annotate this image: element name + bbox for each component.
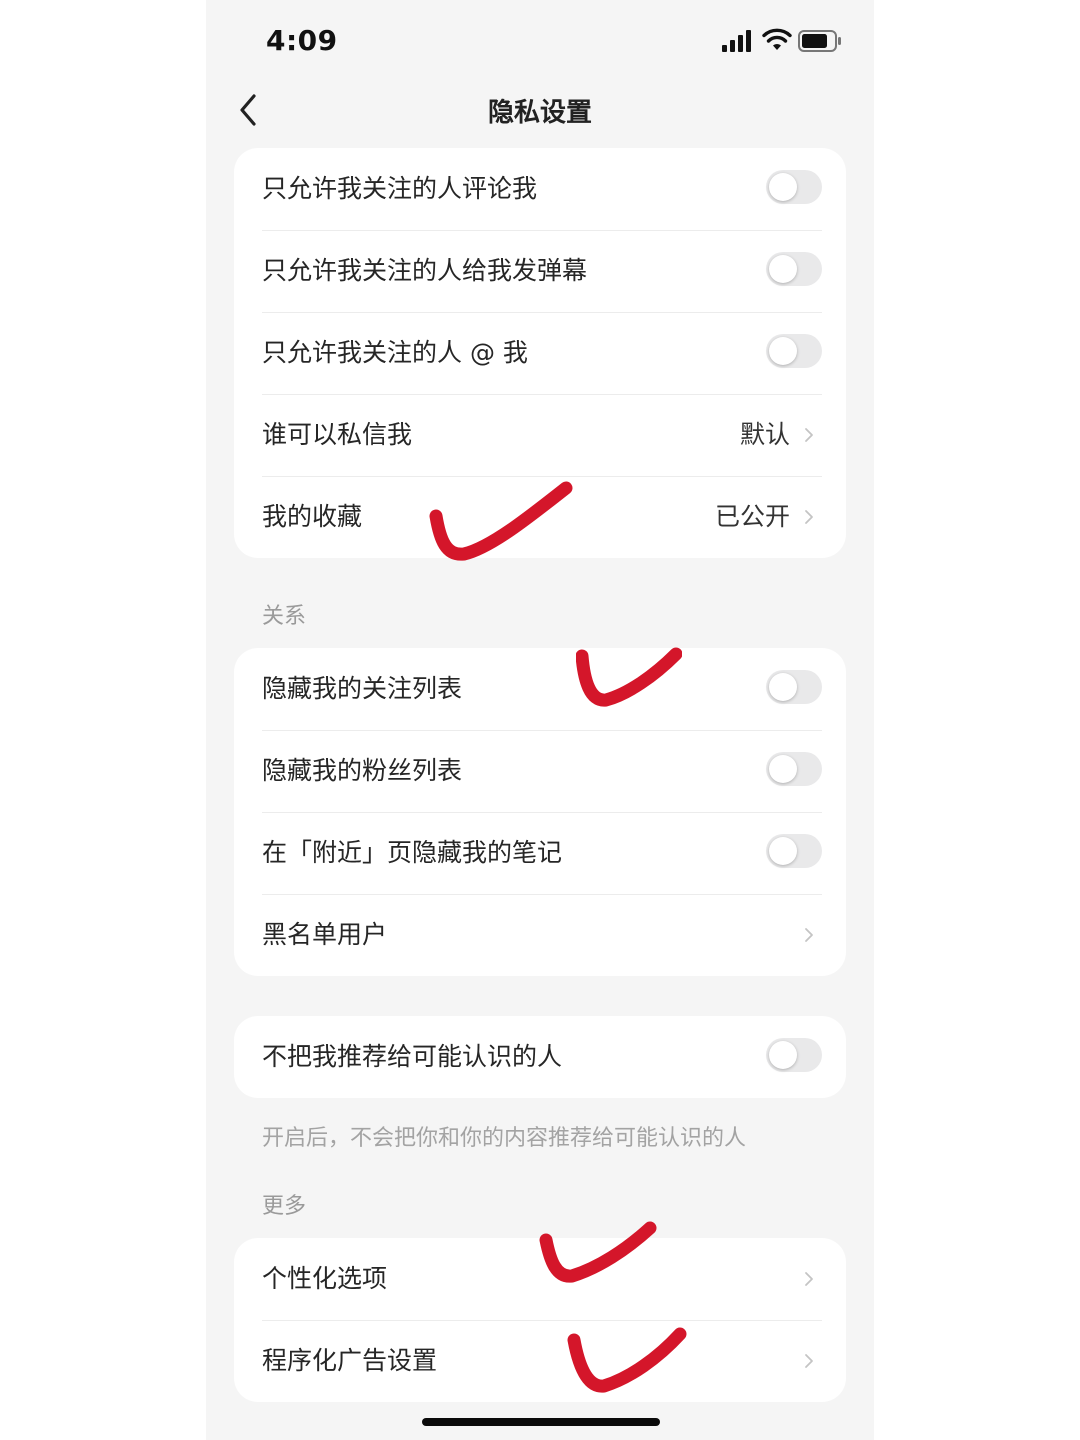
row-label: 在「附近」页隐藏我的笔记 — [262, 838, 563, 867]
row-blocklist[interactable]: 黑名单用户 — [234, 894, 846, 976]
cellular-signal-icon — [722, 30, 751, 52]
danmaku-followed-only-toggle[interactable] — [766, 252, 822, 286]
row-hide-following[interactable]: 隐藏我的关注列表 — [234, 648, 846, 730]
toggle-knob — [769, 255, 797, 283]
row-label: 只允许我关注的人 @ 我 — [262, 338, 528, 367]
toggle-knob — [769, 837, 797, 865]
recommend-card: 不把我推荐给可能认识的人 — [234, 1016, 846, 1098]
privacy-settings-screen: 4:09 隐私设置 只允许我关注的人评论我 只允许我关注的人给我发弹幕 只允许我… — [206, 0, 874, 1440]
toggle-knob — [769, 673, 797, 701]
page-title: 隐私设置 — [487, 98, 592, 128]
row-programmatic-ads[interactable]: 程序化广告设置 — [234, 1320, 846, 1402]
toggle-knob — [769, 173, 797, 201]
relation-card: 隐藏我的关注列表 隐藏我的粉丝列表 在「附近」页隐藏我的笔记 黑名单用户 — [234, 648, 846, 976]
recommend-note: 开启后，不会把你和你的内容推荐给可能认识的人 — [262, 1126, 747, 1151]
battery-icon — [798, 30, 841, 52]
row-no-recommend[interactable]: 不把我推荐给可能认识的人 — [234, 1016, 846, 1098]
row-label: 隐藏我的关注列表 — [262, 674, 463, 703]
row-who-can-message[interactable]: 谁可以私信我 默认 — [234, 394, 846, 476]
section-header-more: 更多 — [262, 1194, 307, 1219]
toggle-knob — [769, 755, 797, 783]
row-label: 不把我推荐给可能认识的人 — [262, 1042, 563, 1071]
row-hide-followers[interactable]: 隐藏我的粉丝列表 — [234, 730, 846, 812]
row-comment-permission[interactable]: 只允许我关注的人评论我 — [234, 148, 846, 230]
row-label: 隐藏我的粉丝列表 — [262, 756, 463, 785]
comment-followed-only-toggle[interactable] — [766, 170, 822, 204]
row-personalization[interactable]: 个性化选项 — [234, 1238, 846, 1320]
row-label: 程序化广告设置 — [262, 1346, 438, 1375]
privacy-card-main: 只允许我关注的人评论我 只允许我关注的人给我发弹幕 只允许我关注的人 @ 我 谁… — [234, 148, 846, 558]
toggle-knob — [769, 337, 797, 365]
chevron-right-icon — [805, 1272, 813, 1286]
home-indicator[interactable] — [422, 1418, 660, 1426]
chevron-right-icon — [805, 928, 813, 942]
row-label: 只允许我关注的人评论我 — [262, 174, 538, 203]
row-label: 谁可以私信我 — [262, 420, 413, 449]
toggle-knob — [769, 1041, 797, 1069]
row-label: 黑名单用户 — [262, 920, 388, 949]
hide-following-toggle[interactable] — [766, 670, 822, 704]
row-label: 只允许我关注的人给我发弹幕 — [262, 256, 588, 285]
no-recommend-toggle[interactable] — [766, 1038, 822, 1072]
row-label: 个性化选项 — [262, 1264, 388, 1293]
row-value: 默认 — [739, 420, 790, 449]
row-mention-permission[interactable]: 只允许我关注的人 @ 我 — [234, 312, 846, 394]
chevron-right-icon — [805, 428, 813, 442]
row-my-favorites[interactable]: 我的收藏 已公开 — [234, 476, 846, 558]
more-card: 个性化选项 程序化广告设置 — [234, 1238, 846, 1402]
hide-nearby-notes-toggle[interactable] — [766, 834, 822, 868]
mention-followed-only-toggle[interactable] — [766, 334, 822, 368]
row-label: 我的收藏 — [262, 502, 363, 531]
hide-followers-toggle[interactable] — [766, 752, 822, 786]
status-bar: 4:09 — [206, 0, 874, 80]
chevron-right-icon — [805, 510, 813, 524]
chevron-right-icon — [805, 1354, 813, 1368]
wifi-icon — [762, 28, 792, 50]
row-danmaku-permission[interactable]: 只允许我关注的人给我发弹幕 — [234, 230, 846, 312]
row-value: 已公开 — [714, 502, 790, 531]
status-time: 4:09 — [266, 24, 338, 57]
row-hide-nearby-notes[interactable]: 在「附近」页隐藏我的笔记 — [234, 812, 846, 894]
section-header-relation: 关系 — [262, 604, 307, 629]
